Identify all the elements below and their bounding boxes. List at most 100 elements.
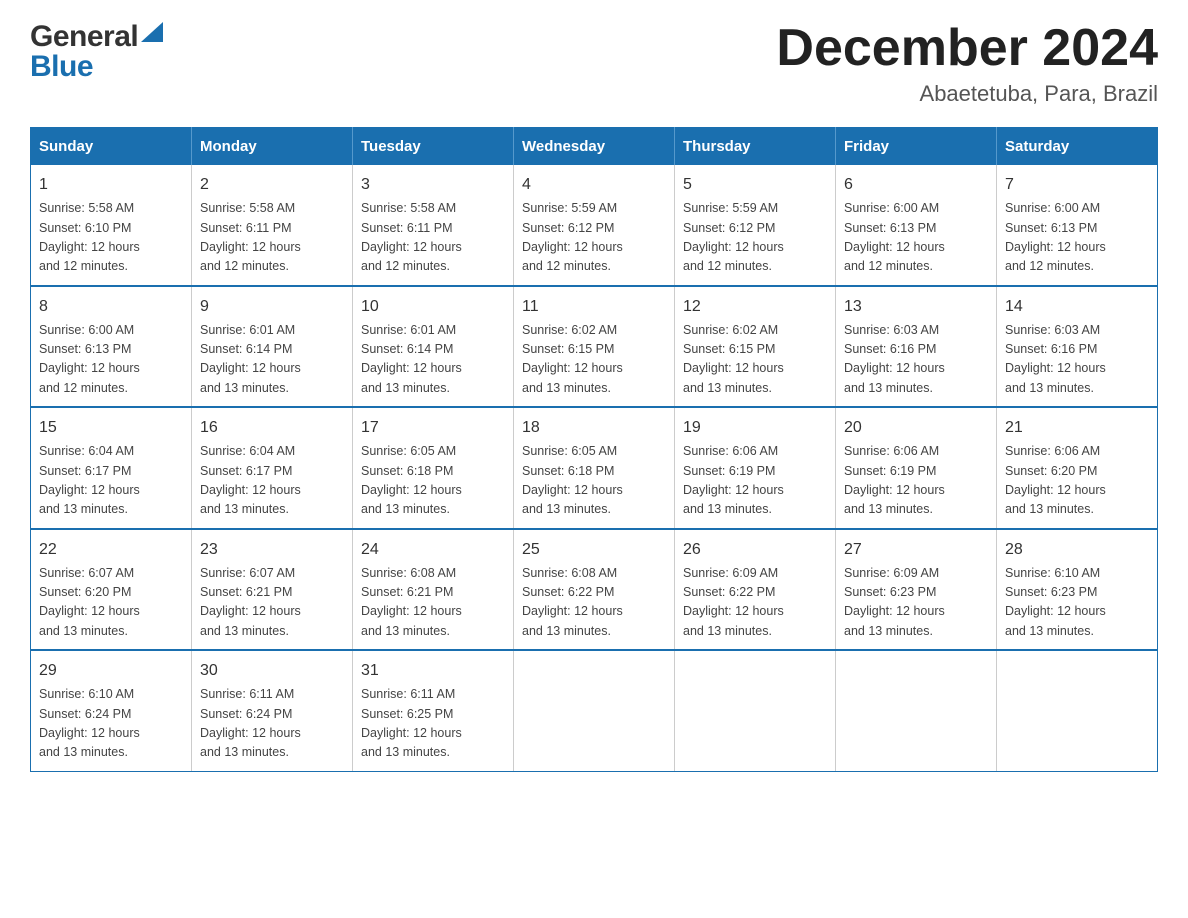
day-number: 14 (1005, 295, 1149, 319)
day-number: 2 (200, 173, 344, 197)
table-row: 15Sunrise: 6:04 AMSunset: 6:17 PMDayligh… (31, 407, 192, 529)
day-info: Sunrise: 6:06 AMSunset: 6:19 PMDaylight:… (844, 442, 988, 520)
table-row: 26Sunrise: 6:09 AMSunset: 6:22 PMDayligh… (675, 529, 836, 651)
table-row (675, 650, 836, 771)
day-info: Sunrise: 6:07 AMSunset: 6:21 PMDaylight:… (200, 564, 344, 642)
day-number: 6 (844, 173, 988, 197)
table-row (997, 650, 1158, 771)
calendar-week-row: 1Sunrise: 5:58 AMSunset: 6:10 PMDaylight… (31, 165, 1158, 286)
day-number: 1 (39, 173, 183, 197)
day-info: Sunrise: 6:05 AMSunset: 6:18 PMDaylight:… (361, 442, 505, 520)
logo-general-text: General (30, 20, 138, 54)
table-row: 21Sunrise: 6:06 AMSunset: 6:20 PMDayligh… (997, 407, 1158, 529)
table-row: 29Sunrise: 6:10 AMSunset: 6:24 PMDayligh… (31, 650, 192, 771)
day-info: Sunrise: 6:03 AMSunset: 6:16 PMDaylight:… (1005, 321, 1149, 399)
calendar-week-row: 22Sunrise: 6:07 AMSunset: 6:20 PMDayligh… (31, 529, 1158, 651)
day-number: 15 (39, 416, 183, 440)
table-row: 28Sunrise: 6:10 AMSunset: 6:23 PMDayligh… (997, 529, 1158, 651)
table-row: 13Sunrise: 6:03 AMSunset: 6:16 PMDayligh… (836, 286, 997, 408)
day-number: 26 (683, 538, 827, 562)
day-info: Sunrise: 5:59 AMSunset: 6:12 PMDaylight:… (522, 199, 666, 277)
day-info: Sunrise: 6:01 AMSunset: 6:14 PMDaylight:… (200, 321, 344, 399)
day-number: 30 (200, 659, 344, 683)
day-info: Sunrise: 6:11 AMSunset: 6:25 PMDaylight:… (361, 685, 505, 763)
day-info: Sunrise: 6:02 AMSunset: 6:15 PMDaylight:… (522, 321, 666, 399)
day-number: 12 (683, 295, 827, 319)
table-row: 18Sunrise: 6:05 AMSunset: 6:18 PMDayligh… (514, 407, 675, 529)
logo: General Blue (30, 20, 163, 84)
day-number: 29 (39, 659, 183, 683)
col-wednesday: Wednesday (514, 128, 675, 166)
table-row: 27Sunrise: 6:09 AMSunset: 6:23 PMDayligh… (836, 529, 997, 651)
title-block: December 2024 Abaetetuba, Para, Brazil (776, 20, 1158, 107)
table-row: 11Sunrise: 6:02 AMSunset: 6:15 PMDayligh… (514, 286, 675, 408)
calendar-week-row: 15Sunrise: 6:04 AMSunset: 6:17 PMDayligh… (31, 407, 1158, 529)
table-row: 20Sunrise: 6:06 AMSunset: 6:19 PMDayligh… (836, 407, 997, 529)
day-info: Sunrise: 6:00 AMSunset: 6:13 PMDaylight:… (39, 321, 183, 399)
day-info: Sunrise: 5:58 AMSunset: 6:11 PMDaylight:… (200, 199, 344, 277)
day-number: 21 (1005, 416, 1149, 440)
table-row: 6Sunrise: 6:00 AMSunset: 6:13 PMDaylight… (836, 165, 997, 286)
table-row: 1Sunrise: 5:58 AMSunset: 6:10 PMDaylight… (31, 165, 192, 286)
calendar-header-row: Sunday Monday Tuesday Wednesday Thursday… (31, 128, 1158, 166)
logo-triangle-icon (141, 22, 163, 42)
col-friday: Friday (836, 128, 997, 166)
subtitle: Abaetetuba, Para, Brazil (776, 81, 1158, 107)
day-number: 20 (844, 416, 988, 440)
day-info: Sunrise: 6:10 AMSunset: 6:23 PMDaylight:… (1005, 564, 1149, 642)
day-number: 13 (844, 295, 988, 319)
day-number: 8 (39, 295, 183, 319)
table-row: 25Sunrise: 6:08 AMSunset: 6:22 PMDayligh… (514, 529, 675, 651)
table-row: 5Sunrise: 5:59 AMSunset: 6:12 PMDaylight… (675, 165, 836, 286)
table-row: 14Sunrise: 6:03 AMSunset: 6:16 PMDayligh… (997, 286, 1158, 408)
calendar-table: Sunday Monday Tuesday Wednesday Thursday… (30, 127, 1158, 772)
col-tuesday: Tuesday (353, 128, 514, 166)
table-row: 30Sunrise: 6:11 AMSunset: 6:24 PMDayligh… (192, 650, 353, 771)
col-thursday: Thursday (675, 128, 836, 166)
day-info: Sunrise: 6:08 AMSunset: 6:22 PMDaylight:… (522, 564, 666, 642)
day-number: 5 (683, 173, 827, 197)
table-row: 22Sunrise: 6:07 AMSunset: 6:20 PMDayligh… (31, 529, 192, 651)
main-title: December 2024 (776, 20, 1158, 77)
day-number: 18 (522, 416, 666, 440)
day-number: 31 (361, 659, 505, 683)
table-row: 16Sunrise: 6:04 AMSunset: 6:17 PMDayligh… (192, 407, 353, 529)
day-info: Sunrise: 6:03 AMSunset: 6:16 PMDaylight:… (844, 321, 988, 399)
table-row: 4Sunrise: 5:59 AMSunset: 6:12 PMDaylight… (514, 165, 675, 286)
day-number: 3 (361, 173, 505, 197)
day-info: Sunrise: 6:02 AMSunset: 6:15 PMDaylight:… (683, 321, 827, 399)
table-row: 8Sunrise: 6:00 AMSunset: 6:13 PMDaylight… (31, 286, 192, 408)
day-info: Sunrise: 6:00 AMSunset: 6:13 PMDaylight:… (844, 199, 988, 277)
table-row: 31Sunrise: 6:11 AMSunset: 6:25 PMDayligh… (353, 650, 514, 771)
day-info: Sunrise: 6:07 AMSunset: 6:20 PMDaylight:… (39, 564, 183, 642)
day-info: Sunrise: 6:11 AMSunset: 6:24 PMDaylight:… (200, 685, 344, 763)
day-number: 28 (1005, 538, 1149, 562)
day-number: 22 (39, 538, 183, 562)
table-row: 12Sunrise: 6:02 AMSunset: 6:15 PMDayligh… (675, 286, 836, 408)
day-number: 27 (844, 538, 988, 562)
day-number: 4 (522, 173, 666, 197)
day-info: Sunrise: 6:04 AMSunset: 6:17 PMDaylight:… (39, 442, 183, 520)
col-monday: Monday (192, 128, 353, 166)
table-row: 23Sunrise: 6:07 AMSunset: 6:21 PMDayligh… (192, 529, 353, 651)
day-info: Sunrise: 6:05 AMSunset: 6:18 PMDaylight:… (522, 442, 666, 520)
day-number: 17 (361, 416, 505, 440)
day-info: Sunrise: 6:01 AMSunset: 6:14 PMDaylight:… (361, 321, 505, 399)
calendar-week-row: 29Sunrise: 6:10 AMSunset: 6:24 PMDayligh… (31, 650, 1158, 771)
day-info: Sunrise: 5:59 AMSunset: 6:12 PMDaylight:… (683, 199, 827, 277)
table-row: 2Sunrise: 5:58 AMSunset: 6:11 PMDaylight… (192, 165, 353, 286)
day-number: 19 (683, 416, 827, 440)
day-number: 11 (522, 295, 666, 319)
table-row (836, 650, 997, 771)
day-info: Sunrise: 6:09 AMSunset: 6:23 PMDaylight:… (844, 564, 988, 642)
table-row: 17Sunrise: 6:05 AMSunset: 6:18 PMDayligh… (353, 407, 514, 529)
day-number: 10 (361, 295, 505, 319)
day-number: 23 (200, 538, 344, 562)
day-info: Sunrise: 6:08 AMSunset: 6:21 PMDaylight:… (361, 564, 505, 642)
day-info: Sunrise: 6:09 AMSunset: 6:22 PMDaylight:… (683, 564, 827, 642)
col-sunday: Sunday (31, 128, 192, 166)
day-info: Sunrise: 5:58 AMSunset: 6:11 PMDaylight:… (361, 199, 505, 277)
table-row (514, 650, 675, 771)
table-row: 7Sunrise: 6:00 AMSunset: 6:13 PMDaylight… (997, 165, 1158, 286)
table-row: 19Sunrise: 6:06 AMSunset: 6:19 PMDayligh… (675, 407, 836, 529)
